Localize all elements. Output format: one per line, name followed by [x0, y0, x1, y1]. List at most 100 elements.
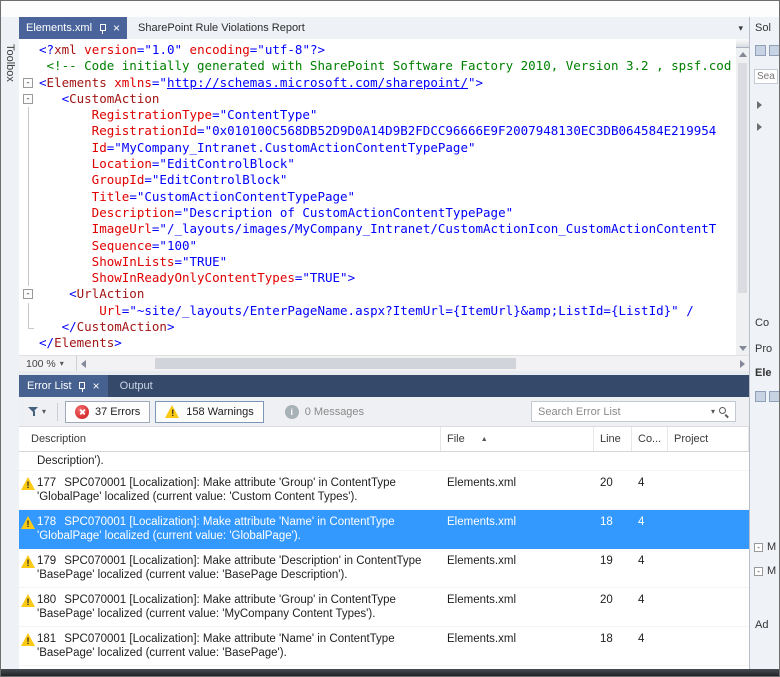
warnings-count-label: 158 Warnings — [186, 405, 254, 418]
tab-sharepoint-rule-violations-report[interactable]: SharePoint Rule Violations Report — [127, 17, 316, 39]
scroll-up-icon[interactable] — [738, 52, 747, 57]
fold-toggle-icon[interactable]: - — [23, 77, 33, 88]
search-icon[interactable] — [718, 406, 730, 418]
splitter-handle-icon[interactable] — [736, 39, 749, 48]
search-input[interactable] — [532, 405, 708, 418]
error-column: 4 — [638, 516, 645, 528]
outlining-margin — [19, 139, 39, 157]
code-text: GroupId="EditControlBlock" — [91, 172, 288, 188]
error-file: Elements.xml — [447, 516, 517, 528]
close-icon[interactable]: × — [93, 380, 100, 392]
pin-icon[interactable] — [78, 381, 87, 392]
warning-icon — [20, 633, 36, 646]
code-line: ShowInLists="TRUE" — [19, 253, 736, 271]
outline-guide — [28, 270, 29, 287]
code-line: Sequence="100" — [19, 237, 736, 254]
code-text: </CustomAction> — [61, 319, 175, 335]
error-row[interactable]: 177SPC070001 [Localization]: Make attrib… — [19, 471, 749, 510]
column-header-description[interactable]: Description — [19, 427, 441, 451]
scroll-left-icon[interactable] — [81, 359, 86, 368]
sidebar-search-box[interactable]: Sea — [754, 69, 778, 84]
icon-cell — [19, 454, 37, 468]
error-description: 180 SPC070001 [Localization]: Make attrib… — [37, 594, 396, 620]
fold-toggle-icon[interactable]: - — [23, 289, 33, 300]
scroll-down-icon[interactable] — [738, 346, 747, 351]
tree-expand-icon[interactable] — [757, 123, 762, 131]
code-line: RegistrationType="ContentType" — [19, 107, 736, 124]
scrollbar-thumb[interactable] — [738, 63, 747, 294]
outline-guide — [28, 172, 29, 189]
xml-editor[interactable]: <?xml version="1.0" encoding="utf-8"?> <!… — [19, 39, 749, 355]
solution-explorer-title[interactable]: Sol — [755, 22, 771, 34]
code-text: Url="~site/_layouts/EnterPageName.aspx?I… — [99, 302, 694, 318]
messages-count-label: 0 Messages — [304, 405, 365, 418]
error-line: 20 — [600, 477, 613, 489]
code-line: GroupId="EditControlBlock" — [19, 172, 736, 189]
search-error-list-box[interactable]: ▾ — [531, 401, 736, 422]
outline-guide — [28, 237, 29, 254]
error-line: 18 — [600, 633, 613, 645]
warning-icon — [20, 477, 36, 490]
error-row-partial[interactable]: Description'). — [19, 452, 749, 471]
error-row[interactable]: 181SPC070001 [Localization]: Make attrib… — [19, 627, 749, 666]
errors-filter-button[interactable]: 37 Errors — [65, 400, 151, 423]
outline-guide-end — [28, 319, 34, 330]
filter-icon — [28, 406, 39, 417]
messages-filter-button[interactable]: i 0 Messages — [277, 404, 372, 419]
scrollbar-track[interactable] — [90, 356, 736, 371]
toolbox-tab[interactable]: Toolbox — [4, 44, 16, 82]
column-header-file[interactable]: File ▲ — [441, 427, 594, 451]
scrollbar-thumb[interactable] — [154, 358, 517, 369]
code-text: Title="CustomActionContentTypePage" — [91, 188, 356, 204]
error-description: Description'). — [37, 455, 104, 467]
tab-output[interactable]: Output — [108, 375, 165, 397]
error-icon — [75, 404, 90, 419]
outline-guide — [28, 123, 29, 140]
pin-icon[interactable] — [98, 23, 107, 34]
zoom-control[interactable]: 100 % ▾ — [19, 356, 77, 371]
error-file: Elements.xml — [447, 633, 517, 645]
tree-item-label: M — [767, 565, 777, 577]
tree-collapse-icon[interactable]: - — [754, 542, 763, 552]
tree-expand-icon[interactable] — [757, 101, 762, 109]
scrollbar-track[interactable] — [736, 61, 749, 342]
tab-error-list[interactable]: Error List × — [19, 375, 108, 397]
error-row[interactable]: 179SPC070001 [Localization]: Make attrib… — [19, 549, 749, 588]
close-icon[interactable]: × — [113, 22, 120, 34]
chevron-down-icon[interactable]: ▾ — [708, 407, 718, 416]
tree-item[interactable]: - M — [754, 565, 776, 577]
outlining-margin — [19, 58, 39, 74]
tab-elements-xml[interactable]: Elements.xml × — [19, 17, 128, 39]
right-dock-sidebar: Sol Sea Co Pro Ele - M - M Ad — [749, 17, 779, 669]
column-label: Line — [600, 433, 621, 445]
column-header-line[interactable]: Line — [594, 427, 632, 451]
vertical-scrollbar[interactable] — [736, 39, 749, 355]
error-description: 181 SPC070001 [Localization]: Make attrib… — [37, 633, 395, 659]
code-window-fragment[interactable]: Co — [755, 317, 769, 329]
code-line: Id="MyCompany_Intranet.CustomActionConte… — [19, 139, 736, 157]
advanced-fragment: Ad — [755, 619, 769, 631]
properties-title[interactable]: Pro — [755, 343, 772, 355]
scroll-right-icon[interactable] — [740, 359, 745, 368]
error-row[interactable]: 180SPC070001 [Localization]: Make attrib… — [19, 588, 749, 627]
tree-collapse-icon[interactable]: - — [754, 566, 763, 576]
column-header-column[interactable]: Co... — [632, 427, 668, 451]
error-row[interactable]: 178SPC070001 [Localization]: Make attrib… — [19, 510, 749, 549]
filter-button[interactable]: ▾ — [24, 405, 50, 419]
error-number: 181 — [37, 633, 57, 645]
code-text: Description="Description of CustomAction… — [91, 204, 514, 220]
tab-overflow-icon[interactable]: ▾ — [738, 23, 743, 34]
outlining-margin — [19, 172, 39, 189]
fold-toggle-icon[interactable]: - — [23, 93, 33, 104]
code-line: - <Elements xmlns="http://schemas.microso… — [19, 75, 736, 91]
error-rows: Description'). 177SPC070001 [Localization… — [19, 452, 749, 669]
sort-ascending-icon: ▲ — [480, 435, 488, 443]
tree-item[interactable]: - M — [754, 541, 776, 553]
code-line: Title="CustomActionContentTypePage" — [19, 188, 736, 205]
column-header-project[interactable]: Project — [668, 427, 749, 451]
code-text: <CustomAction — [61, 90, 160, 106]
outlining-margin: - — [19, 75, 39, 91]
horizontal-scrollbar[interactable] — [77, 356, 749, 371]
error-number: 178 — [37, 516, 57, 528]
warnings-filter-button[interactable]: 158 Warnings — [155, 400, 264, 423]
